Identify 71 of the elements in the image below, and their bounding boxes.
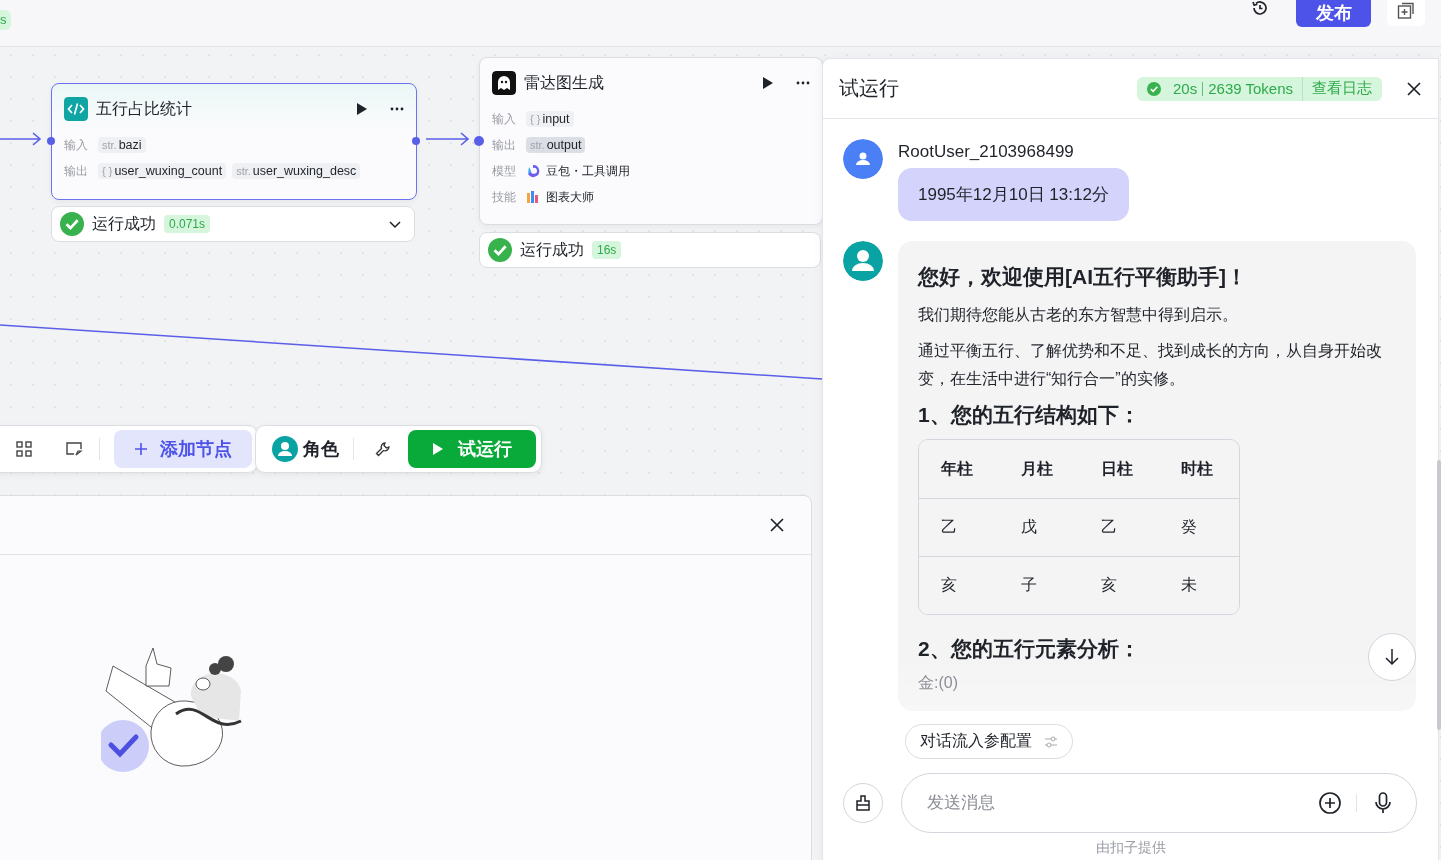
port-dot[interactable] (47, 137, 55, 145)
model-icon (526, 164, 540, 178)
field-label: 技能 (492, 188, 517, 206)
param-tag: { } user_wuxing_count (98, 163, 227, 179)
user-avatar (843, 139, 883, 179)
success-icon (1147, 81, 1161, 96)
run-time: 0.071s (164, 215, 211, 233)
publish-button[interactable]: 发布 (1296, 0, 1371, 27)
token-count: 2639 Tokens (1208, 80, 1293, 97)
run-status-bar[interactable]: 运行成功 0.071s (51, 206, 415, 242)
message-input[interactable]: 发送消息 (901, 773, 1417, 833)
port-dot[interactable] (474, 136, 484, 146)
message-heading: 1、您的五行结构如下： (918, 402, 1140, 428)
broom-icon (854, 794, 872, 812)
message-heading: 2、您的五行元素分析： (918, 636, 1140, 662)
table-cell: 亥 (919, 556, 999, 614)
ghost-icon (492, 71, 516, 95)
skill-name: 图表大师 (546, 188, 594, 206)
arrow-down-icon (1384, 648, 1400, 666)
code-icon (64, 97, 88, 121)
model-name: 豆包・工具调用 (546, 162, 630, 180)
success-icon (60, 212, 84, 236)
node-title: 雷达图生成 (524, 72, 605, 93)
field-label: 输入 (64, 136, 89, 154)
add-window-button[interactable] (1387, 0, 1425, 26)
message-title: 您好，欢迎使用[AI五行平衡助手]！ (918, 264, 1247, 290)
play-icon[interactable] (760, 76, 774, 90)
field-label: 输入 (492, 110, 517, 128)
message-paragraph: 通过平衡五行、了解优势和不足、找到成长的方向，从自身开始改变，在生活中进行“知行合一”的实修。 (918, 341, 1383, 389)
bot-avatar (843, 241, 883, 281)
field-label: 输出 (64, 162, 89, 180)
close-icon[interactable] (1406, 80, 1422, 97)
success-icon (488, 238, 512, 262)
message-paragraph: 金:(0) (918, 673, 958, 693)
play-icon[interactable] (354, 102, 368, 116)
close-icon[interactable] (769, 517, 785, 533)
add-icon[interactable] (1318, 791, 1342, 815)
sliders-icon (1044, 735, 1058, 748)
history-icon[interactable] (1250, 0, 1270, 18)
port-dot[interactable] (412, 137, 420, 145)
panel-title: 试运行 (839, 76, 900, 101)
play-icon (432, 443, 444, 455)
plus-icon (134, 442, 148, 456)
avatar-icon (272, 436, 298, 462)
add-window-icon (1397, 2, 1415, 20)
connector-arrow (0, 132, 42, 146)
workflow-node[interactable]: 五行占比统计 输入 str. bazi 输出 { } user_wuxing_count str. user_wuxing_desc (51, 83, 417, 200)
run-time: 16s (592, 241, 622, 259)
param-tag: str. bazi (98, 137, 146, 153)
role-button[interactable]: 角色 (268, 436, 343, 462)
run-status-bar[interactable]: 运行成功 16s (479, 232, 821, 268)
user-name: RootUser_2103968499 (898, 142, 1074, 162)
status-badge: s (0, 10, 11, 30)
connector-arrow (425, 132, 470, 146)
grid-icon[interactable] (13, 438, 35, 460)
status-text: 运行成功 (92, 213, 156, 234)
input-config-button[interactable]: 对话流入参配置 (905, 724, 1073, 759)
param-tag: str. user_wuxing_desc (232, 163, 361, 179)
bar-chart-icon (526, 190, 540, 204)
table-cell: 未 (1159, 556, 1239, 614)
message-paragraph: 我们期待您能从古老的东方智慧中得到启示。 (918, 305, 1238, 325)
clear-history-button[interactable] (843, 783, 883, 823)
user-message: 1995年12月10日 13:12分 (898, 168, 1129, 221)
run-duration: 20s (1173, 80, 1198, 97)
field-label: 模型 (492, 162, 517, 180)
status-text: 运行成功 (520, 239, 584, 260)
param-tag: { } input (526, 111, 574, 127)
add-node-button[interactable]: 添加节点 (114, 430, 252, 468)
node-title: 五行占比统计 (96, 98, 193, 119)
field-label: 输出 (492, 136, 517, 154)
footer-note: 由扣子提供 (1094, 839, 1167, 857)
